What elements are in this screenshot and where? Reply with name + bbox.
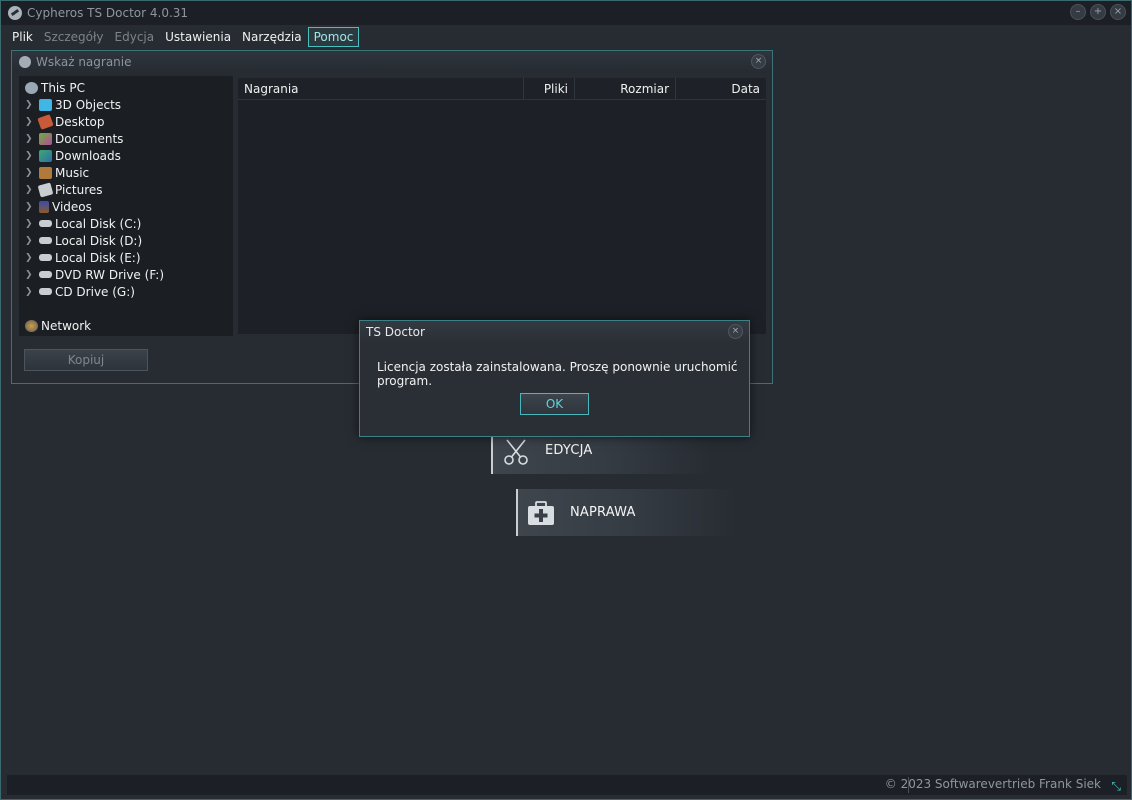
tree-item-local-disk-d[interactable]: ❯ Local Disk (D:) bbox=[19, 232, 142, 249]
tree-item-label: This PC bbox=[41, 80, 85, 95]
scissors-icon bbox=[504, 439, 528, 465]
tree-item-label: DVD RW Drive (F:) bbox=[55, 267, 165, 282]
tree-item-label: Network bbox=[41, 318, 92, 333]
videos-icon bbox=[39, 200, 49, 213]
folder-tree: This PC ❯ 3D Objects ❯ Desktop ❯ Documen… bbox=[19, 76, 233, 336]
menu-tools[interactable]: Narzędzia bbox=[237, 27, 307, 47]
menu-details[interactable]: Szczegóły bbox=[39, 27, 109, 47]
app-logo-icon bbox=[8, 6, 22, 20]
tree-item-documents[interactable]: ❯ Documents bbox=[19, 130, 123, 147]
chevron-right-icon[interactable]: ❯ bbox=[25, 287, 35, 297]
app-window: Cypheros TS Doctor 4.0.31 – + × Plik Szc… bbox=[0, 0, 1132, 800]
tree-item-downloads[interactable]: ❯ Downloads bbox=[19, 147, 121, 164]
menu-file[interactable]: Plik bbox=[7, 27, 38, 47]
dialog-message: Licencja została zainstalowana. Proszę p… bbox=[377, 360, 738, 388]
tree-item-label: Music bbox=[55, 165, 90, 180]
network-icon bbox=[25, 319, 38, 332]
dialog-title: TS Doctor bbox=[366, 325, 425, 339]
tree-item-label: Local Disk (C:) bbox=[55, 216, 142, 231]
browser-title-bar: Wskaż nagranie bbox=[12, 51, 772, 73]
column-files[interactable]: Pliki bbox=[524, 78, 575, 100]
status-bar: © 2023 Softwarevertrieb Frank Siek ⤡ bbox=[7, 775, 1127, 795]
drive-icon bbox=[39, 254, 52, 261]
tree-item-local-disk-e[interactable]: ❯ Local Disk (E:) bbox=[19, 249, 141, 266]
tree-item-label: Downloads bbox=[55, 148, 121, 163]
minimize-button[interactable]: – bbox=[1070, 4, 1086, 20]
tree-item-label: Local Disk (D:) bbox=[55, 233, 143, 248]
tree-item-pictures[interactable]: ❯ Pictures bbox=[19, 181, 103, 198]
computer-icon bbox=[25, 81, 38, 94]
menu-bar: Plik Szczegóły Edycja Ustawienia Narzędz… bbox=[7, 26, 360, 47]
menu-edit[interactable]: Edycja bbox=[110, 27, 160, 47]
tree-item-label: Pictures bbox=[55, 182, 103, 197]
tree-item-label: Documents bbox=[55, 131, 124, 146]
list-header: Nagrania Pliki Rozmiar Data bbox=[238, 78, 766, 100]
tree-item-local-disk-c[interactable]: ❯ Local Disk (C:) bbox=[19, 215, 141, 232]
app-logo-icon bbox=[19, 56, 31, 68]
tree-item-videos[interactable]: ❯ Videos bbox=[19, 198, 92, 215]
copy-button[interactable]: Kopiuj bbox=[24, 349, 148, 371]
drive-icon bbox=[39, 220, 52, 227]
license-dialog: TS Doctor × Licencja została zainstalowa… bbox=[359, 320, 750, 437]
downloads-icon bbox=[39, 149, 52, 162]
copyright-text: © 2023 Softwarevertrieb Frank Siek bbox=[884, 777, 1101, 791]
resize-grip-icon[interactable]: ⤡ bbox=[1111, 779, 1121, 794]
browser-close-button[interactable]: × bbox=[751, 54, 766, 69]
chevron-right-icon[interactable]: ❯ bbox=[25, 236, 35, 246]
tree-item-music[interactable]: ❯ Music bbox=[19, 164, 89, 181]
chevron-right-icon[interactable]: ❯ bbox=[25, 270, 35, 280]
repair-action-button[interactable]: NAPRAWA bbox=[516, 489, 736, 536]
chevron-right-icon[interactable]: ❯ bbox=[25, 117, 35, 127]
chevron-right-icon[interactable]: ❯ bbox=[25, 202, 35, 212]
chevron-right-icon[interactable]: ❯ bbox=[25, 134, 35, 144]
tree-item-cd-drive-g[interactable]: ❯ CD Drive (G:) bbox=[19, 283, 135, 300]
tree-item-network[interactable]: Network bbox=[25, 317, 91, 334]
chevron-right-icon[interactable]: ❯ bbox=[25, 253, 35, 263]
window-controls: – + × bbox=[1070, 4, 1126, 20]
drive-icon bbox=[39, 237, 52, 244]
cd-drive-icon bbox=[39, 288, 52, 295]
tree-item-label: CD Drive (G:) bbox=[55, 284, 135, 299]
chevron-right-icon[interactable]: ❯ bbox=[25, 168, 35, 178]
repair-action-label: NAPRAWA bbox=[570, 505, 636, 520]
tree-item-dvd-drive-f[interactable]: ❯ DVD RW Drive (F:) bbox=[19, 266, 164, 283]
dvd-drive-icon bbox=[39, 271, 52, 278]
close-window-button[interactable]: × bbox=[1110, 4, 1126, 20]
column-recordings[interactable]: Nagrania bbox=[238, 78, 524, 100]
chevron-right-icon[interactable]: ❯ bbox=[25, 219, 35, 229]
cube-icon bbox=[39, 98, 52, 111]
music-icon bbox=[39, 166, 52, 179]
title-bar: Cypheros TS Doctor 4.0.31 – + × bbox=[1, 1, 1131, 25]
ok-button[interactable]: OK bbox=[520, 393, 589, 415]
chevron-right-icon[interactable]: ❯ bbox=[25, 185, 35, 195]
desktop-icon bbox=[37, 113, 54, 130]
pictures-icon bbox=[37, 182, 54, 197]
tree-item-desktop[interactable]: ❯ Desktop bbox=[19, 113, 105, 130]
browser-title: Wskaż nagranie bbox=[36, 55, 132, 69]
chevron-right-icon[interactable]: ❯ bbox=[25, 151, 35, 161]
documents-icon bbox=[39, 132, 52, 145]
recordings-list: Nagrania Pliki Rozmiar Data bbox=[238, 78, 766, 334]
chevron-right-icon[interactable]: ❯ bbox=[25, 100, 35, 110]
edit-action-label: EDYCJA bbox=[545, 443, 593, 458]
maximize-button[interactable]: + bbox=[1090, 4, 1106, 20]
menu-help[interactable]: Pomoc bbox=[307, 26, 360, 47]
window-title: Cypheros TS Doctor 4.0.31 bbox=[27, 6, 189, 20]
tree-item-label: Local Disk (E:) bbox=[55, 250, 141, 265]
column-date[interactable]: Data bbox=[676, 78, 766, 100]
tree-item-this-pc[interactable]: This PC bbox=[25, 79, 85, 96]
column-size[interactable]: Rozmiar bbox=[575, 78, 676, 100]
tree-item-label: Videos bbox=[52, 199, 92, 214]
menu-settings[interactable]: Ustawienia bbox=[160, 27, 236, 47]
tree-item-label: 3D Objects bbox=[55, 97, 122, 112]
tree-item-3d-objects[interactable]: ❯ 3D Objects bbox=[19, 96, 121, 113]
first-aid-kit-icon bbox=[528, 500, 554, 525]
dialog-title-bar: TS Doctor bbox=[360, 321, 749, 343]
tree-item-label: Desktop bbox=[55, 114, 105, 129]
dialog-close-button[interactable]: × bbox=[728, 324, 743, 339]
